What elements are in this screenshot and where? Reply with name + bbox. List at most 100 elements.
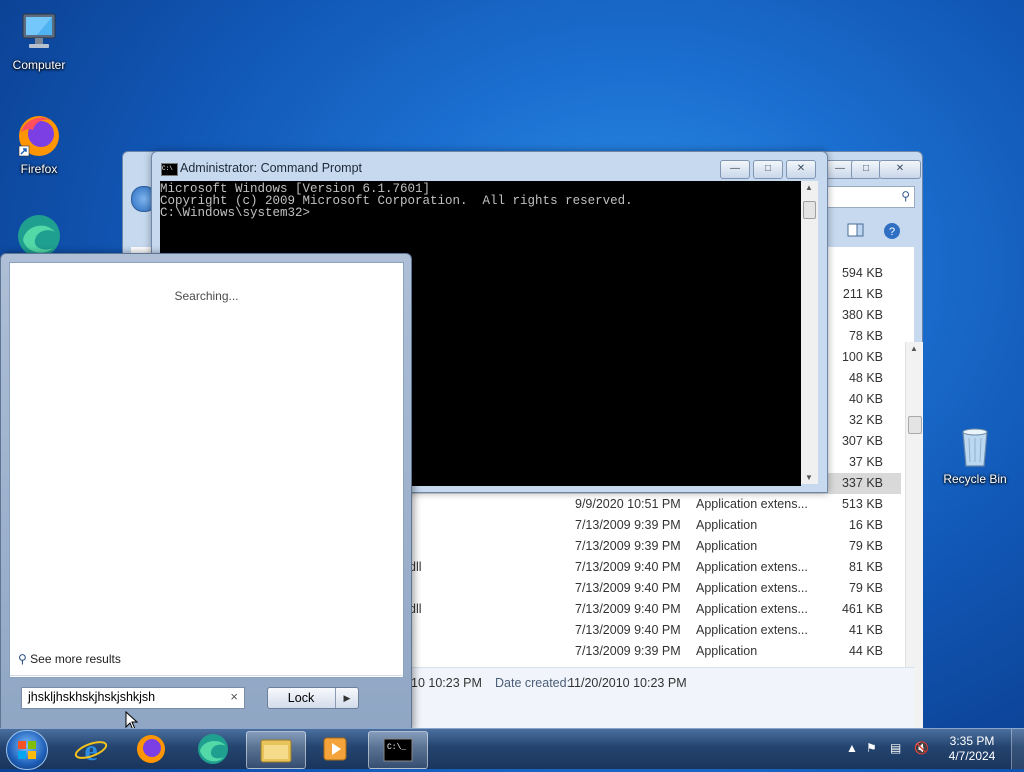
search-input[interactable]: ⚲ xyxy=(825,186,915,208)
date-cell: 9/9/2020 10:51 PM xyxy=(575,497,681,511)
search-text: jhskljhskhskjhskjshkjsh xyxy=(28,690,156,704)
desktop-icon-label: Firefox xyxy=(20,162,58,176)
desktop-icon-label: Recycle Bin xyxy=(943,472,1007,486)
windows-logo-icon xyxy=(18,741,36,759)
desktop-icon-recycle-bin[interactable]: Recycle Bin xyxy=(938,422,1012,486)
desktop-icon-computer[interactable]: Computer xyxy=(2,8,76,72)
type-cell: Application extens... xyxy=(696,623,808,637)
minimize-button[interactable]: — xyxy=(720,160,750,179)
close-button[interactable]: ✕ xyxy=(879,160,921,179)
date-cell: 7/13/2009 9:39 PM xyxy=(575,539,681,553)
show-hidden-icons-arrow[interactable]: ▲ xyxy=(846,741,858,755)
close-button[interactable]: ✕ xyxy=(786,160,816,179)
size-cell: 211 KB xyxy=(842,287,883,301)
system-clock[interactable]: 3:35 PM 4/7/2024 xyxy=(934,734,1010,764)
divider xyxy=(10,675,403,676)
search-icon: ⚲ xyxy=(901,189,910,203)
size-cell: 16 KB xyxy=(848,518,883,532)
cmd-icon: C:\_ xyxy=(383,738,413,762)
type-cell: Application xyxy=(696,644,758,658)
taskbar-firefox[interactable] xyxy=(122,731,180,767)
size-cell: 337 KB xyxy=(841,476,883,490)
size-cell: 79 KB xyxy=(848,539,883,553)
date-cell: 7/13/2009 9:39 PM xyxy=(575,644,681,658)
console-scrollbar[interactable]: ▲ ▼ xyxy=(801,181,818,484)
type-cell: Application extens... xyxy=(696,581,808,595)
start-menu[interactable]: Searching... ⚲ See more results jhskljhs… xyxy=(0,253,412,731)
network-icon[interactable]: ▤ xyxy=(890,741,901,755)
folder-icon xyxy=(260,739,292,763)
maximize-button[interactable]: □ xyxy=(851,160,881,179)
size-cell: 40 KB xyxy=(848,392,883,406)
type-cell: Application xyxy=(696,518,758,532)
taskbar-internet-explorer[interactable]: e xyxy=(62,731,120,767)
size-cell: 307 KB xyxy=(841,434,883,448)
svg-text:C:\_: C:\_ xyxy=(387,743,406,752)
type-cell: Application extens... xyxy=(696,602,808,616)
volume-muted-icon[interactable]: 🔇 xyxy=(914,741,929,755)
desktop-icon-label: Computer xyxy=(12,58,66,72)
scroll-up-arrow[interactable]: ▲ xyxy=(805,183,813,192)
media-player-icon xyxy=(323,737,347,761)
start-button[interactable] xyxy=(6,730,48,770)
svg-text:e: e xyxy=(84,734,97,767)
recycle-bin-icon xyxy=(951,422,999,470)
desktop-icon-firefox[interactable]: Firefox xyxy=(2,112,76,176)
help-icon[interactable]: ? xyxy=(883,222,903,240)
lock-button[interactable]: Lock ▶ xyxy=(267,687,359,709)
size-cell: 100 KB xyxy=(841,350,883,364)
size-cell: 48 KB xyxy=(848,371,883,385)
computer-icon xyxy=(15,8,63,56)
search-icon: ⚲ xyxy=(18,652,27,666)
date-cell: 7/13/2009 9:39 PM xyxy=(575,518,681,532)
size-cell: 380 KB xyxy=(841,308,883,322)
preview-pane-icon[interactable] xyxy=(847,222,867,240)
size-cell: 81 KB xyxy=(848,560,883,574)
see-more-label: See more results xyxy=(30,652,121,666)
action-center-flag-icon[interactable]: ⚑ xyxy=(866,741,877,755)
date-modified-value: 10 10:23 PM xyxy=(411,676,482,690)
date-cell: 7/13/2009 9:40 PM xyxy=(575,560,681,574)
clear-search-icon[interactable]: × xyxy=(230,689,238,704)
scroll-down-arrow[interactable]: ▼ xyxy=(805,473,813,482)
size-cell: 37 KB xyxy=(848,455,883,469)
date-created-label: Date created: xyxy=(495,676,571,690)
taskbar-media-player[interactable] xyxy=(306,731,364,767)
start-search-input[interactable]: jhskljhskhskjhskjshkjsh × xyxy=(21,687,245,709)
type-cell: Application extens... xyxy=(696,497,808,511)
scroll-thumb[interactable] xyxy=(908,416,922,434)
taskbar: e C:\_ ▲ ⚑ ▤ 🔇 3:35 PM 4/7/2024 xyxy=(0,728,1024,770)
clock-time: 3:35 PM xyxy=(949,734,995,748)
maximize-button[interactable]: □ xyxy=(753,160,783,179)
internet-explorer-icon: e xyxy=(74,734,108,767)
taskbar-command-prompt[interactable]: C:\_ xyxy=(368,731,428,769)
power-options-arrow-icon[interactable]: ▶ xyxy=(335,688,358,708)
searching-status: Searching... xyxy=(174,289,239,303)
scroll-thumb[interactable] xyxy=(803,201,816,219)
search-results-pane: Searching... ⚲ See more results xyxy=(9,262,404,678)
scroll-up-arrow[interactable]: ▲ xyxy=(910,344,918,353)
type-cell: Application xyxy=(696,539,758,553)
firefox-icon xyxy=(15,112,63,160)
size-cell: 41 KB xyxy=(848,623,883,637)
size-cell: 513 KB xyxy=(841,497,883,511)
size-cell: 78 KB xyxy=(848,329,883,343)
svg-text:?: ? xyxy=(889,226,895,238)
show-desktop-button[interactable] xyxy=(1011,729,1024,769)
firefox-icon xyxy=(137,735,165,763)
size-cell: 594 KB xyxy=(841,266,883,280)
size-cell: 461 KB xyxy=(841,602,883,616)
lock-label: Lock xyxy=(287,691,315,705)
size-cell: 79 KB xyxy=(848,581,883,595)
see-more-results-link[interactable]: ⚲ See more results xyxy=(18,652,121,666)
clock-date: 4/7/2024 xyxy=(948,749,996,763)
taskbar-edge[interactable] xyxy=(184,731,242,767)
window-title: Administrator: Command Prompt xyxy=(180,161,363,175)
date-created-value: 11/20/2010 10:23 PM xyxy=(568,676,687,690)
taskbar-windows-explorer[interactable] xyxy=(246,731,306,769)
type-cell: Application extens... xyxy=(696,560,808,574)
date-cell: 7/13/2009 9:40 PM xyxy=(575,623,681,637)
date-cell: 7/13/2009 9:40 PM xyxy=(575,581,681,595)
edge-icon xyxy=(198,734,228,764)
cmd-app-icon: C:\ xyxy=(161,163,178,176)
